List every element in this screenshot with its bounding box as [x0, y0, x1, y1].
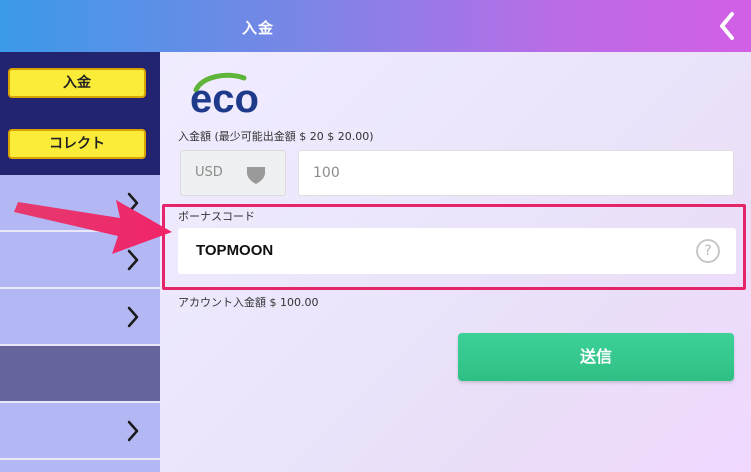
shield-icon	[247, 167, 265, 184]
bonus-code-label: ボーナスコード	[178, 210, 255, 223]
chevron-right-icon	[127, 192, 139, 214]
chevron-right-icon	[127, 420, 139, 442]
account-deposit-label: アカウント入金額 $ 100.00	[178, 296, 319, 309]
submit-button[interactable]: 送信	[458, 333, 734, 381]
currency-select[interactable]: USD	[180, 150, 286, 196]
sidebar-collect-button[interactable]: コレクト	[8, 129, 146, 159]
bonus-code-input[interactable]: TOPMOON ?	[178, 228, 736, 274]
sidebar-item-3[interactable]	[0, 289, 160, 346]
currency-value: USD	[195, 165, 223, 180]
chevron-left-icon	[720, 12, 734, 40]
ecopayz-logo: eco	[190, 72, 259, 116]
back-button[interactable]	[715, 8, 739, 44]
bonus-code-value: TOPMOON	[196, 242, 274, 259]
sidebar-deposit-button[interactable]: 入金	[8, 68, 146, 98]
sidebar-item-5[interactable]	[0, 403, 160, 460]
sidebar-item-1[interactable]	[0, 175, 160, 232]
logo-text: eco	[190, 77, 259, 116]
help-icon[interactable]: ?	[696, 239, 720, 263]
sidebar-top-panel: 入金 コレクト	[0, 52, 160, 175]
header-bar: 入金	[0, 0, 751, 52]
page-title: 入金	[241, 19, 274, 37]
amount-label: 入金額 (最少可能出金額 $ 20 $ 20.00)	[178, 130, 374, 143]
chevron-right-icon	[127, 306, 139, 328]
sidebar-item-2[interactable]	[0, 232, 160, 289]
amount-input[interactable]: 100	[298, 150, 734, 196]
sidebar: 入金 コレクト	[0, 52, 160, 472]
chevron-right-icon	[127, 249, 139, 271]
sidebar-item-active[interactable]	[0, 346, 160, 403]
deposit-form-panel: eco 入金額 (最少可能出金額 $ 20 $ 20.00) USD 100 ボ…	[160, 52, 751, 472]
